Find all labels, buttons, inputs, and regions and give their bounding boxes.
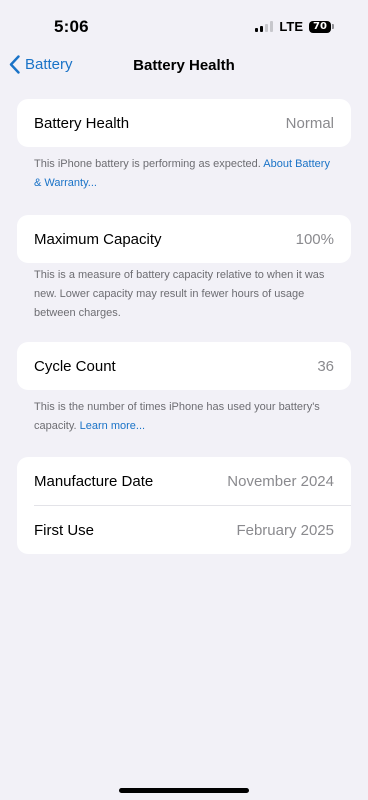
manufacture-date-row: Manufacture Date November 2024: [17, 457, 351, 505]
battery-icon: 70: [309, 20, 334, 33]
cycle-count-card: Cycle Count 36: [17, 342, 351, 390]
cycle-count-label: Cycle Count: [34, 357, 116, 375]
maximum-capacity-label: Maximum Capacity: [34, 230, 162, 248]
maximum-capacity-row: Maximum Capacity 100%: [17, 215, 351, 263]
battery-health-label: Battery Health: [34, 114, 130, 132]
status-bar: 5:06 LTE 70: [0, 0, 368, 52]
maximum-capacity-value: 100%: [295, 230, 334, 248]
cycle-count-note-text: This is the number of times iPhone has u…: [34, 401, 320, 432]
page-title: Battery Health: [133, 57, 235, 74]
maximum-capacity-note: This is a measure of battery capacity re…: [34, 266, 334, 323]
first-use-value: February 2025: [236, 521, 334, 539]
home-indicator[interactable]: [119, 788, 249, 793]
battery-dates-card: Manufacture Date November 2024 First Use…: [17, 457, 351, 554]
status-indicators: LTE 70: [255, 19, 334, 34]
cycle-count-value: 36: [317, 357, 334, 375]
maximum-capacity-note-text: This is a measure of battery capacity re…: [34, 269, 325, 319]
first-use-row: First Use February 2025: [17, 506, 351, 554]
battery-health-note: This iPhone battery is performing as exp…: [34, 155, 334, 193]
battery-health-card: Battery Health Normal: [17, 99, 351, 147]
cellular-signal-icon: [255, 21, 274, 32]
learn-more-link[interactable]: Learn more...: [80, 420, 145, 432]
battery-health-row: Battery Health Normal: [17, 99, 351, 147]
status-time: 5:06: [54, 17, 89, 36]
first-use-label: First Use: [34, 521, 94, 539]
network-type-label: LTE: [279, 19, 303, 34]
maximum-capacity-card: Maximum Capacity 100%: [17, 215, 351, 263]
battery-health-value: Normal: [285, 114, 334, 132]
cycle-count-row: Cycle Count 36: [17, 342, 351, 390]
navigation-bar: Battery Battery Health: [0, 52, 368, 82]
cycle-count-note: This is the number of times iPhone has u…: [34, 398, 334, 436]
manufacture-date-label: Manufacture Date: [34, 472, 154, 490]
battery-health-note-text: This iPhone battery is performing as exp…: [34, 158, 261, 170]
manufacture-date-value: November 2024: [227, 472, 334, 490]
battery-level-label: 70: [309, 20, 331, 33]
screen: 5:06 LTE 70 Battery Battery Health Batte…: [0, 0, 368, 800]
